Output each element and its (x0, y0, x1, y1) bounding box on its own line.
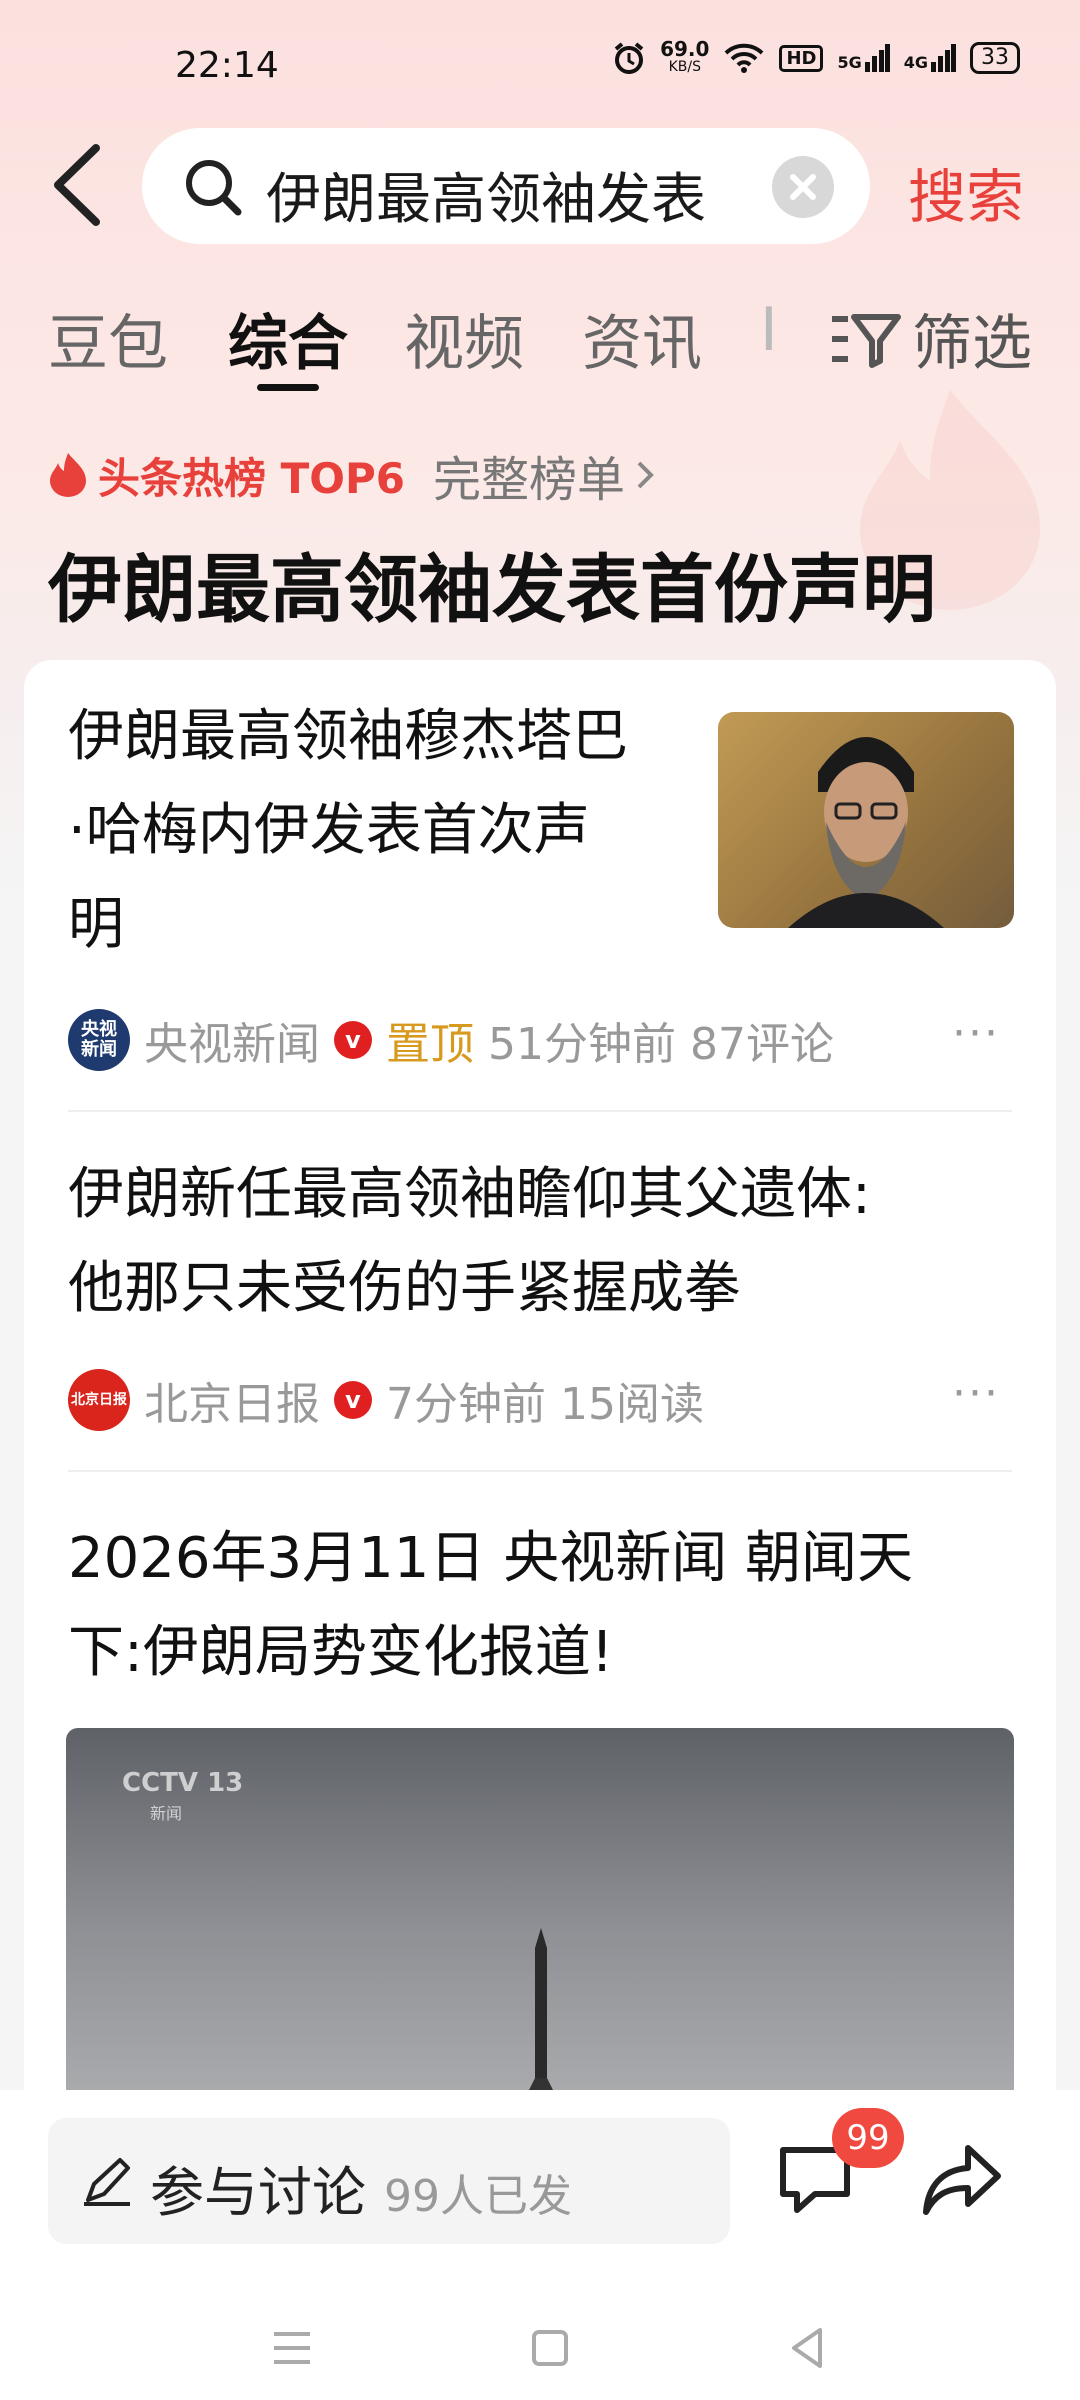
news-item[interactable]: 伊朗最高领袖穆杰塔巴 ·哈梅内伊发表首次声 明 (68, 690, 708, 972)
news-item[interactable]: 2026年3月11日 央视新闻 朝闻天 下:伊朗局势变化报道! (68, 1512, 1012, 1700)
filter-icon (832, 313, 901, 368)
more-options-icon[interactable]: ··· (952, 1008, 1000, 1059)
search-button[interactable]: 搜索 (908, 150, 1024, 234)
home-icon[interactable] (530, 2328, 570, 2368)
news-title: 伊朗新任最高领袖瞻仰其父遗体: 他那只未受伤的手紧握成拳 (68, 1162, 871, 1321)
hot-list-entry[interactable]: 头条热榜 TOP6 完整榜单 (48, 440, 655, 510)
beijing-daily-logo: 北京日报 (68, 1369, 130, 1431)
flame-icon (50, 453, 86, 497)
share-icon (923, 2145, 1001, 2215)
tab-doubao[interactable]: 豆包 (48, 295, 168, 382)
system-navigation-bar (0, 2300, 1080, 2400)
news-meta: 央视 新闻 央视新闻 v 置顶 51分钟前 87评论 (68, 1008, 834, 1072)
search-icon (186, 160, 242, 216)
news-time: 7分钟前 (386, 1379, 546, 1430)
news-time: 51分钟前 (488, 1019, 676, 1070)
signal-4g-icon: 4G (904, 44, 956, 72)
news-source[interactable]: 北京日报 (144, 1368, 320, 1432)
news-comments: 87评论 (690, 1019, 834, 1070)
news-title: 2026年3月11日 央视新闻 朝闻天 下:伊朗局势变化报道! (68, 1526, 914, 1685)
discuss-count: 99人已发 (384, 2171, 572, 2222)
wifi-icon (725, 43, 764, 73)
news-source[interactable]: 央视新闻 (144, 1008, 320, 1072)
news-title: 伊朗最高领袖穆杰塔巴 ·哈梅内伊发表首次声 明 (68, 704, 628, 957)
search-input[interactable]: 伊朗最高领袖发表 (266, 154, 706, 234)
clear-search-button[interactable] (772, 156, 834, 218)
status-time: 22:14 (175, 45, 279, 86)
tab-news[interactable]: 资讯 (582, 295, 702, 382)
net-speed: 69.0 KB/S (660, 37, 710, 75)
cctv-news-logo: 央视 新闻 (68, 1009, 130, 1071)
hot-tag: 头条热榜 TOP6 (98, 453, 405, 503)
status-bar: 22:14 69.0 KB/S HD 5G 4G 33 (0, 0, 1080, 135)
filter-label: 筛选 (912, 309, 1032, 379)
news-thumbnail[interactable] (718, 712, 1014, 928)
comment-count-badge: 99 (832, 2108, 904, 2168)
more-options-icon[interactable]: ··· (952, 1368, 1000, 1419)
back-nav-icon[interactable] (786, 2324, 826, 2372)
full-list-link[interactable]: 完整榜单 (433, 440, 625, 510)
tab-video[interactable]: 视频 (404, 295, 524, 382)
close-icon (790, 174, 816, 200)
menu-icon[interactable] (270, 2328, 314, 2368)
hd-icon: HD (779, 44, 824, 72)
chevron-left-icon (54, 144, 100, 226)
share-button[interactable] (920, 2140, 1004, 2224)
status-icons: 69.0 KB/S HD 5G 4G 33 (612, 37, 1020, 76)
portrait-image (718, 712, 1014, 928)
verified-icon: v (334, 1021, 372, 1059)
discuss-label: 参与讨论 (150, 2161, 366, 2224)
news-item[interactable]: 伊朗新任最高领袖瞻仰其父遗体: 他那只未受伤的手紧握成拳 (68, 1148, 1012, 1336)
search-box[interactable]: 伊朗最高领袖发表 (142, 128, 870, 244)
channel-watermark-sub: 新闻 (150, 1804, 183, 1823)
verified-icon: v (334, 1381, 372, 1419)
active-tab-indicator (257, 384, 319, 391)
results-card: 伊朗最高领袖穆杰塔巴 ·哈梅内伊发表首次声 明 央视 新闻 央视新闻 v 置顶 … (24, 660, 1056, 2260)
tab-comprehensive[interactable]: 综合 (228, 295, 348, 382)
chevron-right-icon (637, 461, 654, 489)
news-meta: 北京日报 北京日报 v 7分钟前 15阅读 (68, 1368, 704, 1432)
divider (68, 1470, 1012, 1472)
news-reads: 15阅读 (560, 1379, 704, 1430)
filter-button[interactable]: 筛选 (828, 295, 1032, 382)
battery-icon: 33 (970, 42, 1020, 74)
hot-headline[interactable]: 伊朗最高领袖发表首份声明 (48, 530, 936, 637)
tab-truncated[interactable]: I (760, 295, 778, 365)
alarm-icon (614, 42, 644, 74)
pinned-label: 置顶 (386, 1019, 474, 1070)
divider (68, 1110, 1012, 1112)
signal-5g-icon: 5G (837, 44, 890, 72)
channel-watermark: CCTV 13 (122, 1768, 244, 1798)
join-discussion-input[interactable]: 参与讨论 99人已发 (48, 2118, 730, 2244)
back-button[interactable] (48, 140, 118, 240)
pen-icon (84, 2158, 130, 2206)
